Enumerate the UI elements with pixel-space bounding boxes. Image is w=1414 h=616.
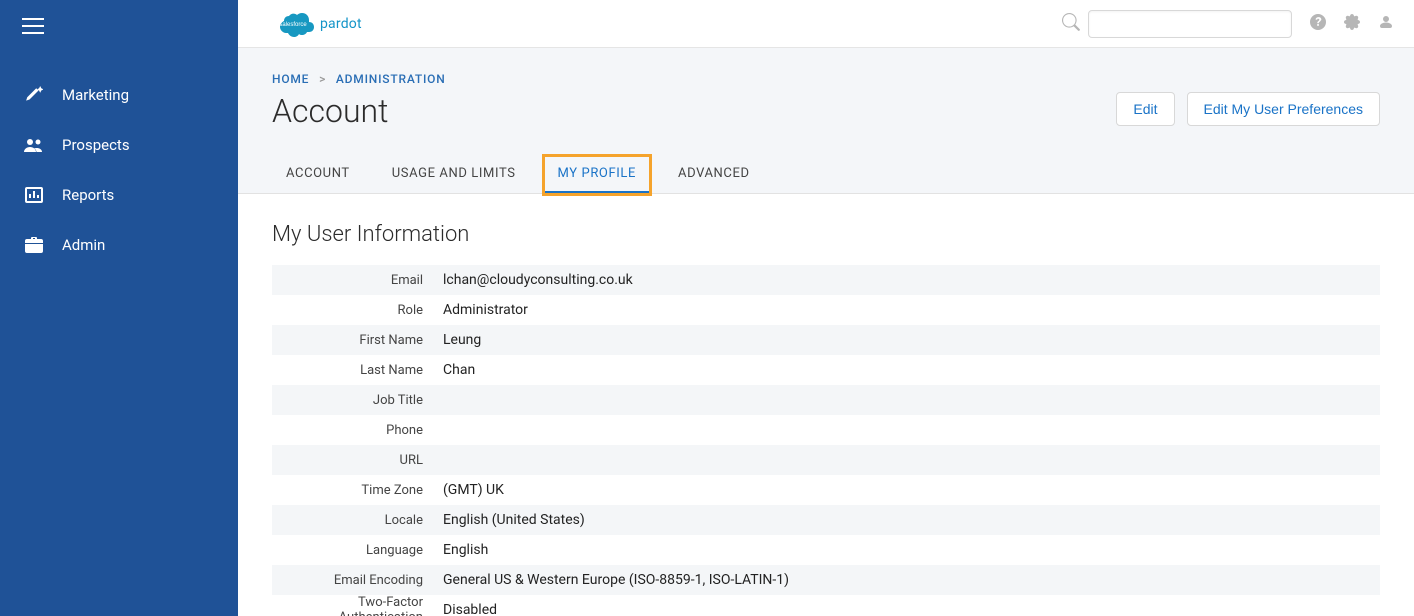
info-label: Locale — [272, 513, 433, 528]
tab-account[interactable]: ACCOUNT — [272, 156, 364, 193]
info-row-job-title: Job Title — [272, 385, 1380, 415]
info-value: lchan@cloudyconsulting.co.uk — [433, 272, 633, 288]
info-label: First Name — [272, 333, 433, 348]
info-value: General US & Western Europe (ISO-8859-1,… — [433, 572, 789, 588]
info-value: Leung — [433, 332, 481, 348]
info-value: Chan — [433, 362, 475, 378]
breadcrumb-section[interactable]: ADMINISTRATION — [336, 72, 446, 86]
breadcrumb-home[interactable]: HOME — [272, 72, 309, 86]
search-icon[interactable] — [1062, 13, 1080, 35]
info-label: Last Name — [272, 363, 433, 378]
info-value: Administrator — [433, 302, 528, 318]
breadcrumb: HOME > ADMINISTRATION — [272, 72, 1380, 86]
sidebar-item-label: Reports — [62, 186, 114, 204]
user-info-table: Emaillchan@cloudyconsulting.co.uk RoleAd… — [272, 265, 1380, 616]
people-icon — [22, 135, 46, 155]
info-row-first-name: First NameLeung — [272, 325, 1380, 355]
page-title: Account — [272, 92, 388, 130]
sidebar-item-label: Admin — [62, 236, 105, 254]
info-value: (GMT) UK — [433, 482, 504, 498]
svg-text:salesforce: salesforce — [279, 22, 307, 28]
tab-my-profile[interactable]: MY PROFILE — [544, 156, 650, 194]
info-row-role: RoleAdministrator — [272, 295, 1380, 325]
info-row-two-factor: Two-Factor AuthenticationDisabled — [272, 595, 1380, 616]
wand-icon — [22, 85, 46, 105]
info-value: English — [433, 542, 488, 558]
sidebar-item-label: Marketing — [62, 86, 129, 104]
info-row-language: LanguageEnglish — [272, 535, 1380, 565]
sidebar-item-label: Prospects — [62, 136, 130, 154]
sidebar-item-reports[interactable]: Reports — [0, 170, 238, 220]
user-icon[interactable] — [1378, 14, 1394, 34]
sidebar-item-admin[interactable]: Admin — [0, 220, 238, 270]
edit-preferences-button[interactable]: Edit My User Preferences — [1187, 92, 1381, 126]
info-label: Role — [272, 303, 433, 318]
header: salesforce pardot — [238, 0, 1414, 48]
info-row-last-name: Last NameChan — [272, 355, 1380, 385]
sidebar: Marketing Prospects Reports Admin — [0, 0, 238, 616]
info-value: English (United States) — [433, 512, 585, 528]
logo[interactable]: salesforce pardot — [272, 10, 362, 38]
tab-usage-and-limits[interactable]: USAGE AND LIMITS — [378, 156, 530, 193]
info-row-time-zone: Time Zone(GMT) UK — [272, 475, 1380, 505]
sidebar-item-marketing[interactable]: Marketing — [0, 70, 238, 120]
section-title: My User Information — [272, 222, 1380, 247]
info-label: Two-Factor Authentication — [272, 595, 433, 616]
chart-icon — [22, 185, 46, 205]
info-label: Email Encoding — [272, 573, 433, 588]
tabs: ACCOUNT USAGE AND LIMITS MY PROFILE ADVA… — [238, 156, 1414, 194]
info-label: URL — [272, 453, 433, 468]
help-icon[interactable] — [1310, 14, 1326, 34]
info-label: Email — [272, 273, 433, 288]
info-row-locale: LocaleEnglish (United States) — [272, 505, 1380, 535]
info-value: Disabled — [433, 602, 497, 616]
salesforce-cloud-icon: salesforce — [272, 10, 314, 38]
hamburger-icon[interactable] — [22, 18, 44, 34]
gear-icon[interactable] — [1344, 14, 1360, 34]
info-label: Job Title — [272, 393, 433, 408]
info-row-email-encoding: Email EncodingGeneral US & Western Europ… — [272, 565, 1380, 595]
info-row-url: URL — [272, 445, 1380, 475]
brand-product: pardot — [320, 16, 362, 32]
sidebar-nav: Marketing Prospects Reports Admin — [0, 52, 238, 270]
info-label: Time Zone — [272, 483, 433, 498]
info-label: Language — [272, 543, 433, 558]
info-row-phone: Phone — [272, 415, 1380, 445]
edit-button[interactable]: Edit — [1116, 92, 1174, 126]
sidebar-item-prospects[interactable]: Prospects — [0, 120, 238, 170]
search-input[interactable] — [1088, 10, 1292, 38]
info-row-email: Emaillchan@cloudyconsulting.co.uk — [272, 265, 1380, 295]
breadcrumb-separator: > — [319, 72, 326, 86]
info-label: Phone — [272, 423, 433, 438]
tab-advanced[interactable]: ADVANCED — [664, 156, 764, 193]
briefcase-icon — [22, 235, 46, 255]
